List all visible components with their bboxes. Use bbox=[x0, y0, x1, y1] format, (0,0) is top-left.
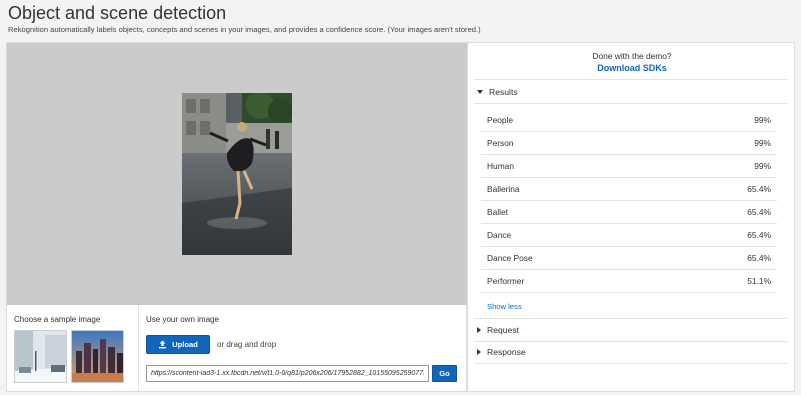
result-confidence: 65.4% bbox=[747, 184, 771, 194]
request-toggle[interactable]: Request bbox=[477, 325, 519, 335]
caret-down-icon bbox=[477, 90, 483, 94]
result-row: Ballet 65.4% bbox=[481, 201, 777, 224]
result-label: Ballerina bbox=[487, 184, 520, 194]
result-label: Human bbox=[487, 161, 514, 171]
divider bbox=[474, 79, 788, 80]
results-list: People 99% Person 99% Human 99% Ballerina 65… bbox=[481, 109, 777, 293]
result-row: Person 99% bbox=[481, 132, 777, 155]
upload-button-label: Upload bbox=[172, 340, 198, 349]
result-confidence: 65.4% bbox=[747, 230, 771, 240]
drag-drop-text: or drag and drop bbox=[217, 340, 277, 349]
show-less-link[interactable]: Show less bbox=[487, 302, 522, 311]
image-preview-area bbox=[7, 43, 467, 305]
result-row: Human 99% bbox=[481, 155, 777, 178]
result-confidence: 65.4% bbox=[747, 253, 771, 263]
result-confidence: 99% bbox=[754, 115, 771, 125]
demo-done-text: Done with the demo? bbox=[592, 51, 672, 61]
result-row: Dance 65.4% bbox=[481, 224, 777, 247]
divider bbox=[474, 341, 788, 342]
sample-images-label: Choose a sample image bbox=[14, 315, 101, 324]
result-confidence: 99% bbox=[754, 138, 771, 148]
result-confidence: 51.1% bbox=[747, 276, 771, 286]
result-label: Dance bbox=[487, 230, 512, 240]
result-label: Ballet bbox=[487, 207, 508, 217]
result-label: Person bbox=[487, 138, 514, 148]
go-button[interactable]: Go bbox=[432, 365, 457, 382]
result-row: Ballerina 65.4% bbox=[481, 178, 777, 201]
download-sdks-link[interactable]: Download SDKs bbox=[468, 63, 796, 73]
results-label: Results bbox=[489, 87, 518, 97]
divider bbox=[474, 363, 788, 364]
image-panel: Choose a sample image Use your own image… bbox=[6, 42, 467, 393]
upload-icon bbox=[158, 340, 167, 349]
divider bbox=[474, 318, 788, 319]
results-toggle[interactable]: Results bbox=[477, 87, 518, 97]
divider bbox=[474, 103, 788, 104]
results-panel: Done with the demo? Download SDKs Result… bbox=[467, 42, 795, 392]
result-label: People bbox=[487, 115, 514, 125]
caret-right-icon bbox=[477, 327, 481, 333]
own-image-label: Use your own image bbox=[146, 315, 219, 324]
response-label: Response bbox=[487, 347, 526, 357]
sample-image-skyline[interactable] bbox=[71, 330, 124, 383]
page-title: Object and scene detection bbox=[8, 3, 227, 23]
panel-divider bbox=[138, 305, 139, 393]
result-row: Dance Pose 65.4% bbox=[481, 247, 777, 270]
upload-button[interactable]: Upload bbox=[146, 335, 210, 354]
sample-image-street[interactable] bbox=[14, 330, 67, 383]
page-subtitle: Rekognition automatically labels objects… bbox=[8, 25, 481, 34]
result-confidence: 99% bbox=[754, 161, 771, 171]
request-label: Request bbox=[487, 325, 520, 335]
preview-image bbox=[182, 93, 292, 255]
result-row: People 99% bbox=[481, 109, 777, 132]
result-confidence: 65.4% bbox=[747, 207, 771, 217]
response-toggle[interactable]: Response bbox=[477, 347, 526, 357]
result-label: Performer bbox=[487, 276, 525, 286]
result-label: Dance Pose bbox=[487, 253, 533, 263]
result-row: Performer 51.1% bbox=[481, 270, 777, 293]
caret-right-icon bbox=[477, 349, 481, 355]
image-url-input[interactable] bbox=[146, 365, 429, 382]
